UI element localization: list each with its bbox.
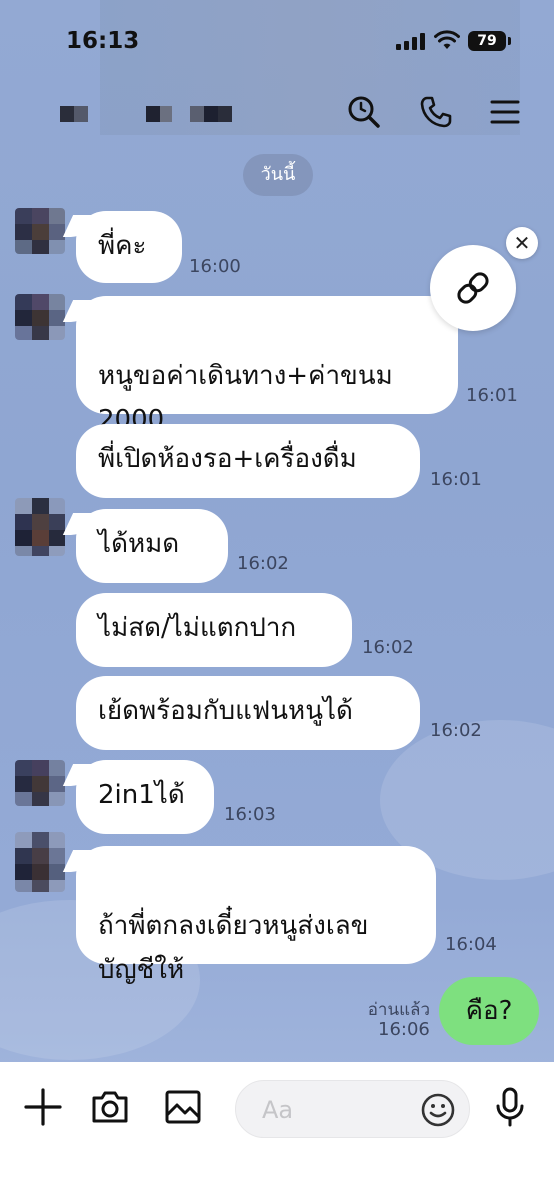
battery-indicator: 79 (468, 31, 506, 51)
message-text: พี่คะ (98, 231, 147, 261)
message-bubble[interactable]: หนูขอค่าเดินทาง+ค่าขนม 2000 (76, 296, 458, 435)
camera-button[interactable] (88, 1085, 132, 1129)
sent-message-bubble[interactable]: คือ? (439, 977, 539, 1045)
message-time: 16:06 (378, 1019, 430, 1040)
menu-icon (490, 100, 520, 124)
gallery-button[interactable] (161, 1085, 205, 1129)
plus-icon (24, 1088, 62, 1126)
battery-cap (508, 37, 511, 45)
message-bubble[interactable]: ได้หมด (76, 509, 228, 583)
link-icon (457, 272, 489, 304)
message-text: ถ้าพี่ตกลงเดี๋ยวหนูส่งเลข บัญชีให้ (98, 911, 369, 985)
avatar[interactable] (15, 498, 65, 556)
call-button[interactable] (416, 92, 456, 132)
menu-button[interactable] (485, 92, 525, 132)
message-bubble[interactable]: ไม่สด/ไม่แตกปาก (76, 593, 352, 667)
message-time: 16:04 (445, 934, 497, 955)
image-icon (165, 1090, 201, 1124)
message-time: 16:02 (430, 720, 482, 741)
microphone-icon (496, 1087, 524, 1127)
message-text: คือ? (465, 996, 513, 1026)
message-time: 16:02 (237, 553, 289, 574)
date-separator: วันนี้ (243, 154, 313, 196)
message-text: ได้หมด (98, 529, 180, 559)
add-button[interactable] (21, 1085, 65, 1129)
camera-icon (92, 1091, 128, 1123)
close-icon: ✕ (513, 231, 531, 255)
avatar[interactable] (15, 832, 65, 892)
phone-icon (420, 96, 452, 128)
message-text: เย้ดพร้อมกับแฟนหนูได้ (98, 696, 353, 726)
avatar[interactable] (15, 294, 65, 340)
status-bar: 16:13 79 (0, 0, 554, 80)
message-time: 16:03 (224, 804, 276, 825)
message-text: ไม่สด/ไม่แตกปาก (98, 613, 297, 643)
message-time: 16:02 (362, 637, 414, 658)
microphone-button[interactable] (488, 1085, 532, 1129)
link-button[interactable] (430, 245, 516, 331)
signal-icon (396, 33, 425, 50)
emoji-icon[interactable] (420, 1092, 456, 1128)
message-bubble[interactable]: พี่คะ (76, 211, 182, 283)
message-input[interactable] (260, 1095, 414, 1125)
chat-screen: 16:13 79 วันนี้ พี่คะ 16:00 หนูขอค่าเดิน… (0, 0, 554, 1200)
avatar[interactable] (15, 208, 65, 254)
avatar[interactable] (15, 760, 65, 806)
wifi-icon (434, 30, 460, 49)
message-bubble[interactable]: ถ้าพี่ตกลงเดี๋ยวหนูส่งเลข บัญชีให้ (76, 846, 436, 985)
message-time: 16:00 (189, 256, 241, 277)
search-button[interactable] (344, 92, 384, 132)
message-text: พี่เปิดห้องรอ+เครื่องดื่ม (98, 444, 357, 474)
search-icon (348, 96, 380, 128)
message-text: 2in1ได้ (98, 780, 185, 810)
close-button[interactable]: ✕ (506, 227, 538, 259)
status-time: 16:13 (66, 28, 140, 54)
message-bubble[interactable]: 2in1ได้ (76, 760, 214, 834)
message-bubble[interactable]: พี่เปิดห้องรอ+เครื่องดื่ม (76, 424, 420, 498)
message-time: 16:01 (430, 469, 482, 490)
message-time: 16:01 (466, 385, 518, 406)
message-bubble[interactable]: เย้ดพร้อมกับแฟนหนูได้ (76, 676, 420, 750)
